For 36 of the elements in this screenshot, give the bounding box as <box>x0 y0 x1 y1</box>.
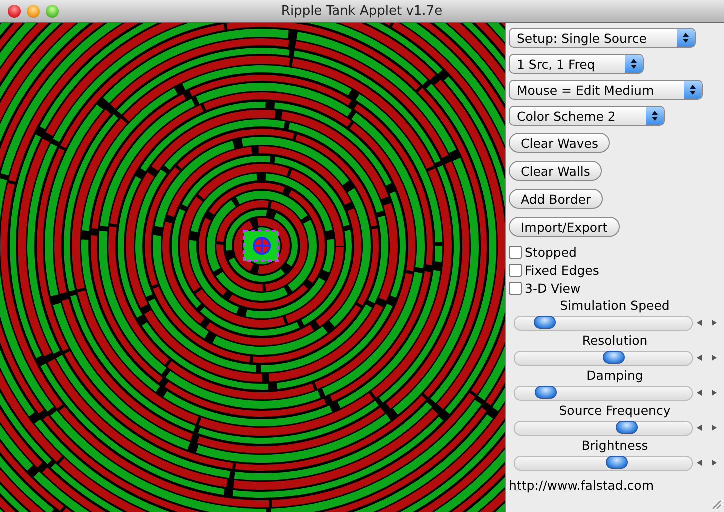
slider-thumb[interactable] <box>603 350 626 364</box>
slider-track[interactable] <box>514 386 693 400</box>
action-button[interactable]: Add Border <box>509 189 604 209</box>
updown-arrows-icon <box>682 32 690 44</box>
slider-label: Source Frequency <box>559 403 671 418</box>
checkbox[interactable] <box>509 282 522 294</box>
checkbox-label: Fixed Edges <box>525 262 600 278</box>
resize-grip-icon[interactable] <box>711 499 722 510</box>
slider-label: Brightness <box>582 438 648 453</box>
slider-track[interactable] <box>514 350 693 366</box>
dropdown[interactable]: Mouse = Edit Medium <box>509 80 704 100</box>
checkbox[interactable] <box>509 264 522 276</box>
slider-track[interactable] <box>514 420 693 436</box>
updown-arrows-icon <box>689 84 698 96</box>
dropdown[interactable]: 1 Src, 1 Freq <box>509 54 644 74</box>
checkbox-label: Stopped <box>525 244 577 260</box>
slider-label: Simulation Speed <box>560 298 670 313</box>
slider-thumb[interactable] <box>535 386 558 398</box>
dropdown[interactable]: Setup: Single Source <box>509 28 696 48</box>
slider-track[interactable] <box>514 456 693 470</box>
slider-track[interactable] <box>514 316 693 330</box>
dropdown[interactable]: Color Scheme 2 <box>509 106 665 126</box>
updown-arrows-icon <box>630 58 638 70</box>
slider-thumb[interactable] <box>616 420 638 434</box>
checkbox-label: 3-D View <box>525 280 581 296</box>
slider-label: Damping <box>586 368 644 383</box>
action-button[interactable]: Clear Walls <box>509 161 602 181</box>
close-icon[interactable] <box>8 4 21 18</box>
updown-arrows-icon <box>650 110 659 122</box>
action-button[interactable]: Clear Waves <box>509 133 610 153</box>
window-title: Ripple Tank Applet v1.7e <box>281 4 443 18</box>
slider-label: Resolution <box>582 333 648 348</box>
slider-thumb[interactable] <box>534 316 556 328</box>
slider-thumb[interactable] <box>606 456 628 468</box>
action-button[interactable]: Import/Export <box>509 217 620 237</box>
checkbox[interactable] <box>509 246 522 258</box>
